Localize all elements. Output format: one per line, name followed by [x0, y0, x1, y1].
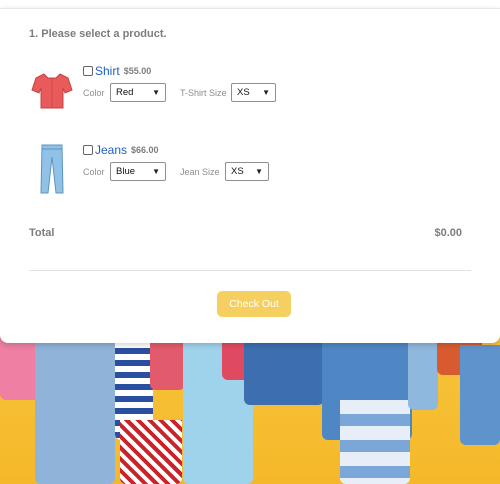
shirt-size-select[interactable]: XS ▼: [231, 83, 276, 102]
check-out-button[interactable]: Check Out: [217, 291, 291, 317]
divider: [29, 270, 471, 271]
jeans-color-value: Blue: [116, 166, 136, 177]
jeans-size-select[interactable]: XS ▼: [225, 162, 269, 181]
chevron-down-icon: ▼: [152, 88, 160, 97]
jeans-size-value: XS: [231, 166, 244, 177]
shirt-name-link[interactable]: Shirt: [95, 64, 120, 78]
jeans-name-link[interactable]: Jeans: [95, 143, 127, 157]
chevron-down-icon: ▼: [152, 167, 160, 176]
shirt-color-value: Red: [116, 87, 134, 98]
background-clothes-photo: [0, 330, 500, 484]
product-item-shirt: Shirt $55.00 Color Red ▼ T-Shirt Size XS…: [0, 64, 500, 134]
shirt-color-label: Color: [83, 88, 105, 98]
product-name-row: Shirt $55.00: [83, 64, 151, 78]
garment-white-blue: [340, 400, 410, 484]
order-form-card: 1. Please select a product. Shirt $55.00…: [0, 8, 500, 343]
product-name-row: Jeans $66.00: [83, 143, 159, 157]
shirt-icon: [31, 73, 73, 109]
total-label: Total: [29, 227, 55, 239]
jeans-price: $66.00: [131, 145, 159, 155]
jeans-icon: [40, 144, 64, 194]
total-value: $0.00: [434, 227, 462, 239]
chevron-down-icon: ▼: [262, 88, 270, 97]
jeans-size-label: Jean Size: [180, 167, 220, 177]
product-item-jeans: Jeans $66.00 Color Blue ▼ Jean Size XS ▼: [0, 143, 500, 213]
form-heading: 1. Please select a product.: [29, 28, 167, 40]
shirt-size-label: T-Shirt Size: [180, 88, 227, 98]
jeans-color-select[interactable]: Blue ▼: [110, 162, 166, 181]
shirt-checkbox[interactable]: [83, 66, 93, 76]
garment-plaid: [120, 420, 182, 484]
jeans-color-label: Color: [83, 167, 105, 177]
shirt-size-value: XS: [237, 87, 250, 98]
shirt-price: $55.00: [123, 66, 152, 76]
garment-denim-far: [460, 345, 500, 445]
shirt-color-select[interactable]: Red ▼: [110, 83, 166, 102]
garment-denim-light: [35, 330, 115, 484]
chevron-down-icon: ▼: [255, 167, 263, 176]
jeans-checkbox[interactable]: [83, 145, 93, 155]
